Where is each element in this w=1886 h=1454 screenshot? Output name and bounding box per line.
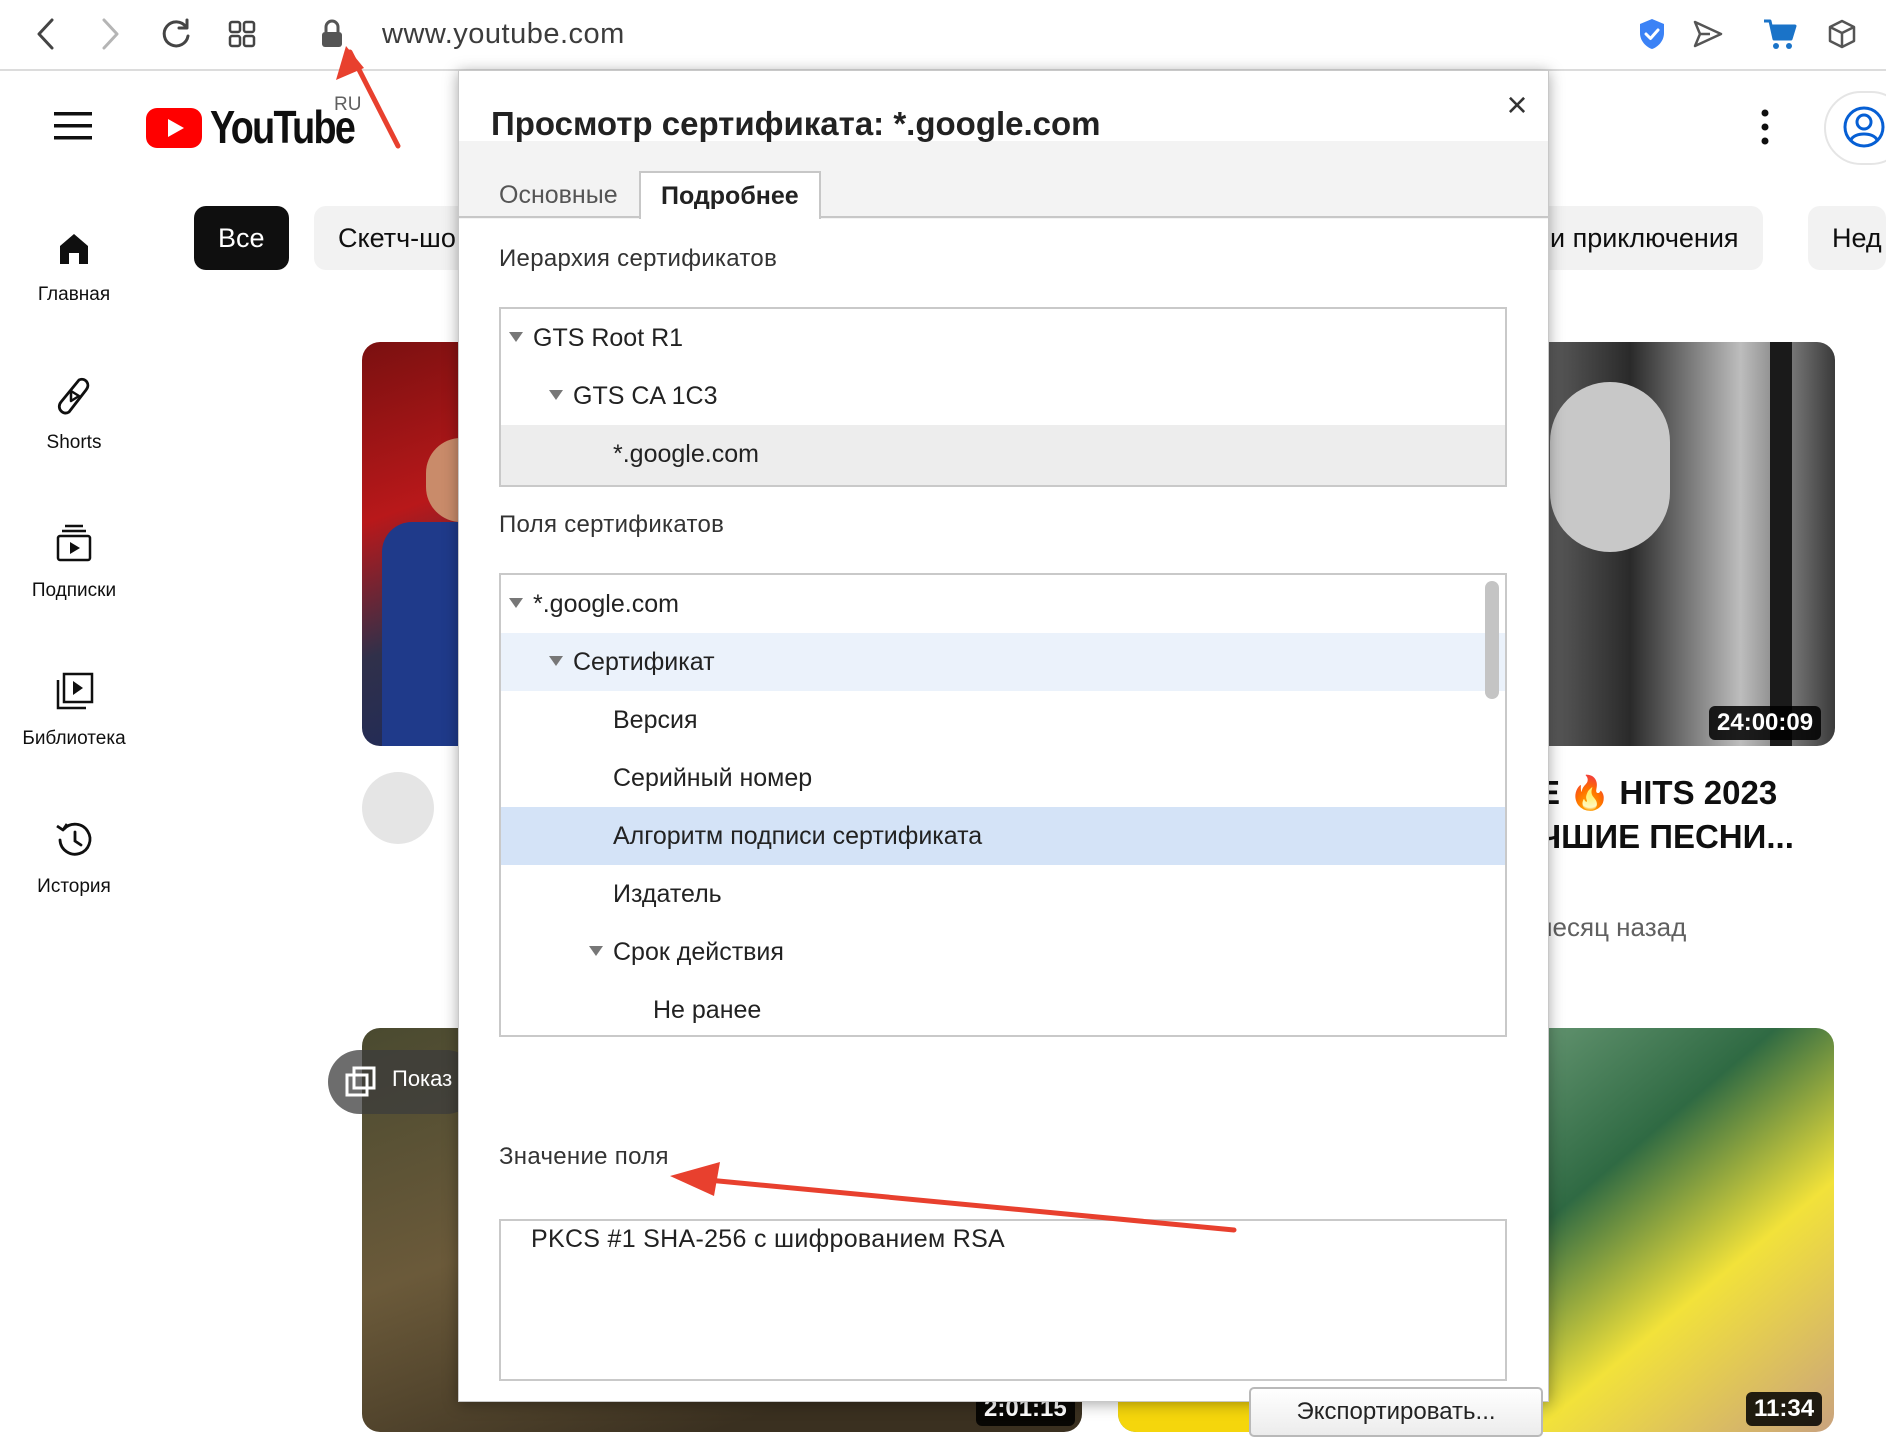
tab-basic[interactable]: Основные xyxy=(479,172,638,218)
field-item[interactable]: Не ранее xyxy=(501,981,1505,1035)
tree-item-selected[interactable]: *.google.com xyxy=(501,425,1505,485)
tree-item[interactable]: GTS Root R1 xyxy=(501,309,1505,367)
field-item-label: Издатель xyxy=(613,880,722,908)
field-item[interactable]: *.google.com xyxy=(501,575,1481,633)
expand-triangle-icon[interactable] xyxy=(589,946,603,957)
field-item-label: Версия xyxy=(613,706,698,734)
dialog-title: Просмотр сертификата: *.google.com xyxy=(491,105,1101,142)
field-item-label: Срок действия xyxy=(613,938,784,966)
field-item[interactable]: Срок действия xyxy=(501,923,1505,981)
field-item[interactable]: Издатель xyxy=(501,865,1505,923)
field-item-label: Сертификат xyxy=(573,648,715,676)
fields-scrollbar[interactable] xyxy=(1485,581,1499,699)
expand-triangle-icon[interactable] xyxy=(509,332,523,343)
annotation-arrow-value xyxy=(670,1162,1237,1233)
field-item-label: Алгоритм подписи сертификата xyxy=(613,822,983,850)
field-item-label: Не ранее xyxy=(653,996,762,1024)
close-icon[interactable]: × xyxy=(1499,87,1535,123)
hierarchy-tree: GTS Root R1 GTS CA 1C3 *.google.com xyxy=(499,307,1507,487)
field-item-label: Серийный номер xyxy=(613,764,813,792)
field-item-label: *.google.com xyxy=(533,590,679,618)
field-item[interactable]: Сертификат xyxy=(501,633,1505,691)
expand-triangle-icon[interactable] xyxy=(509,598,523,609)
export-button[interactable]: Экспортировать... xyxy=(1249,1387,1543,1437)
tree-item[interactable]: GTS CA 1C3 xyxy=(501,367,1505,425)
field-item[interactable]: Серийный номер xyxy=(501,749,1505,807)
tree-item-label: GTS Root R1 xyxy=(533,324,684,352)
field-item[interactable]: Версия xyxy=(501,691,1505,749)
tree-item-label: *.google.com xyxy=(613,440,759,468)
fields-tree: *.google.com Сертификат Версия Серийный … xyxy=(499,573,1507,1037)
tree-item-label: GTS CA 1C3 xyxy=(573,382,718,410)
hierarchy-label: Иерархия сертификатов xyxy=(499,245,778,272)
expand-triangle-icon[interactable] xyxy=(549,656,563,667)
fields-label: Поля сертификатов xyxy=(499,511,725,538)
expand-triangle-icon[interactable] xyxy=(549,390,563,401)
field-item-selected[interactable]: Алгоритм подписи сертификата xyxy=(501,807,1505,865)
tab-details[interactable]: Подробнее xyxy=(639,171,821,220)
